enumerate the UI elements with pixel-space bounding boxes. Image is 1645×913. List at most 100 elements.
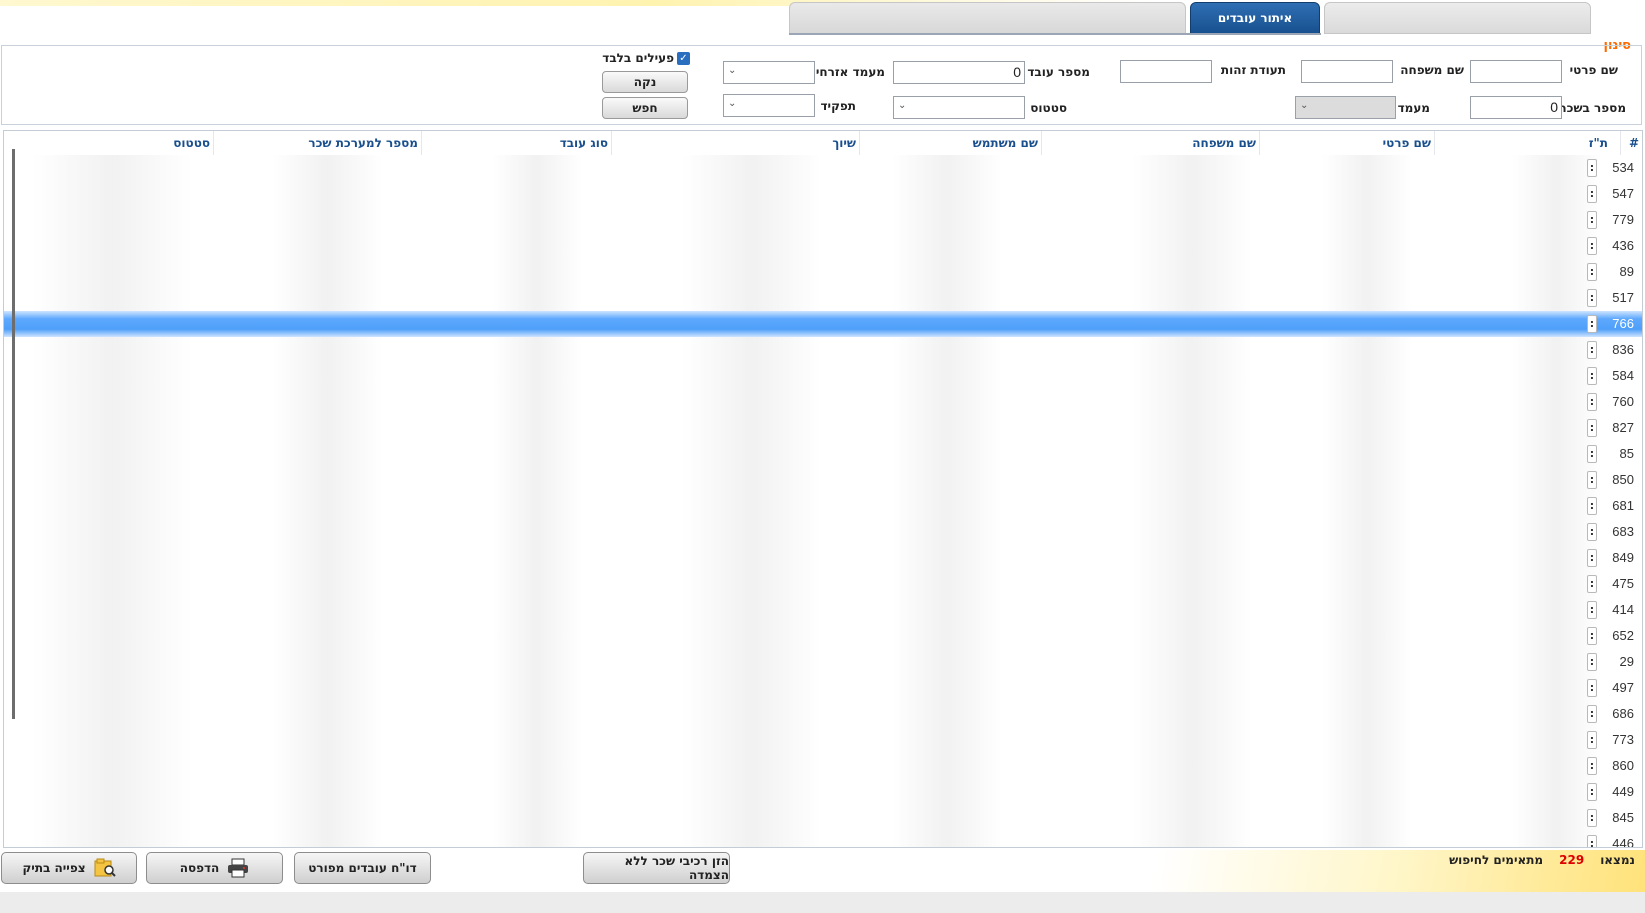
table-row[interactable]: 779: [4, 207, 1642, 233]
table-row[interactable]: 760: [4, 389, 1642, 415]
col-header-first-name[interactable]: שם פרטי [1259, 131, 1434, 155]
row-menu-button[interactable]: : [1587, 601, 1597, 619]
table-row[interactable]: 860: [4, 753, 1642, 779]
tab-blurred-2[interactable] [1324, 2, 1591, 34]
print-label: הדפסה [179, 861, 220, 875]
row-menu-button[interactable]: : [1587, 341, 1597, 359]
checkbox-checked-icon[interactable]: ✓ [677, 52, 690, 65]
table-row[interactable]: 497: [4, 675, 1642, 701]
table-row[interactable]: 436: [4, 233, 1642, 259]
role-select[interactable]: ⌄ [723, 94, 815, 117]
table-row[interactable]: 850: [4, 467, 1642, 493]
employee-number-input[interactable]: 0 [893, 61, 1025, 84]
chevron-down-icon: ⌄ [728, 98, 737, 109]
row-menu-button[interactable]: : [1587, 575, 1597, 593]
table-row[interactable]: 449: [4, 779, 1642, 805]
row-number: 766 [1612, 316, 1634, 331]
table-row[interactable]: 547: [4, 181, 1642, 207]
detailed-report-label: דו"ח עובדים מפורט [308, 861, 417, 875]
detailed-report-button[interactable]: דו"ח עובדים מפורט [294, 852, 431, 884]
row-menu-button[interactable]: : [1587, 393, 1597, 411]
col-header-index[interactable]: # [1620, 131, 1642, 155]
row-number: 686 [1612, 706, 1634, 721]
table-row[interactable]: 845: [4, 805, 1642, 831]
tab-employee-search[interactable]: איתור עובדים [1190, 2, 1320, 34]
status-select[interactable]: ⌄ [1295, 96, 1396, 119]
table-row[interactable]: 517: [4, 285, 1642, 311]
row-menu-button[interactable]: : [1587, 445, 1597, 463]
row-menu-button[interactable]: : [1587, 185, 1597, 203]
row-menu-button[interactable]: : [1587, 835, 1597, 847]
table-row[interactable]: 584: [4, 363, 1642, 389]
row-menu-button[interactable]: : [1587, 419, 1597, 437]
row-number: 827 [1612, 420, 1634, 435]
row-menu-button[interactable]: : [1587, 757, 1597, 775]
col-header-last-name[interactable]: שם משפחה [1041, 131, 1259, 155]
row-menu-button[interactable]: : [1587, 211, 1597, 229]
first-name-input[interactable] [1470, 60, 1562, 83]
col-header-assignment[interactable]: שיוך [611, 131, 859, 155]
row-menu-button[interactable]: : [1587, 809, 1597, 827]
row-menu-button[interactable]: : [1587, 627, 1597, 645]
row-number: 652 [1612, 628, 1634, 643]
table-row[interactable]: 652: [4, 623, 1642, 649]
role-label: תפקיד [820, 99, 856, 113]
chevron-down-icon: ⌄ [728, 65, 737, 76]
row-menu-button[interactable]: : [1587, 705, 1597, 723]
row-menu-button[interactable]: : [1587, 523, 1597, 541]
enter-salary-components-label: הזן רכיבי שכר ללא הצמדה [624, 854, 729, 882]
row-menu-button[interactable]: : [1587, 731, 1597, 749]
search-button[interactable]: חפש [602, 97, 688, 119]
table-row[interactable]: 686: [4, 701, 1642, 727]
col-header-employee-type[interactable]: סוג עובד [421, 131, 611, 155]
row-menu-button[interactable]: : [1587, 263, 1597, 281]
table-row[interactable]: 827: [4, 415, 1642, 441]
clear-button[interactable]: נקה [602, 71, 688, 93]
state-label: סטטוס [1030, 101, 1067, 115]
row-menu-button[interactable]: : [1587, 315, 1597, 333]
table-row[interactable]: 773: [4, 727, 1642, 753]
table-row[interactable]: 534: [4, 155, 1642, 181]
table-row[interactable]: 414: [4, 597, 1642, 623]
table-row[interactable]: 89: [4, 259, 1642, 285]
table-row[interactable]: 766: [4, 311, 1642, 337]
table-row[interactable]: 29: [4, 649, 1642, 675]
table-row[interactable]: 475: [4, 571, 1642, 597]
row-menu-button[interactable]: : [1587, 679, 1597, 697]
print-button[interactable]: הדפסה [146, 852, 283, 884]
salary-number-input[interactable]: 0 [1470, 96, 1562, 119]
results-count: נמצאו 229 מתאימים לחיפוש [1449, 853, 1635, 867]
tab-strip: איתור עובדים [789, 2, 1591, 34]
table-row[interactable]: 836: [4, 337, 1642, 363]
table-row[interactable]: 681: [4, 493, 1642, 519]
tab-blurred-1[interactable] [789, 2, 1186, 34]
status-strip [0, 892, 1645, 913]
civil-status-select[interactable]: ⌄ [723, 61, 815, 84]
row-menu-button[interactable]: : [1587, 783, 1597, 801]
row-menu-button[interactable]: : [1587, 497, 1597, 515]
col-header-id[interactable]: ת"ז [1434, 131, 1611, 155]
row-menu-button[interactable]: : [1587, 237, 1597, 255]
last-name-input[interactable] [1301, 60, 1393, 83]
table-row[interactable]: 85: [4, 441, 1642, 467]
row-menu-button[interactable]: : [1587, 367, 1597, 385]
view-file-button[interactable]: צפייה בתיק [1, 852, 137, 884]
row-menu-button[interactable]: : [1587, 549, 1597, 567]
id-input[interactable] [1120, 60, 1212, 83]
folder-search-icon [94, 858, 116, 878]
col-header-username[interactable]: שם משתמש [859, 131, 1041, 155]
state-select[interactable]: ⌄ [893, 96, 1025, 119]
first-name-label: שם פרטי [1569, 63, 1618, 77]
table-row[interactable]: 683: [4, 519, 1642, 545]
row-menu-button[interactable]: : [1587, 289, 1597, 307]
enter-salary-components-button[interactable]: הזן רכיבי שכר ללא הצמדה [583, 852, 730, 884]
row-menu-button[interactable]: : [1587, 159, 1597, 177]
row-menu-button[interactable]: : [1587, 471, 1597, 489]
table-row[interactable]: 446: [4, 831, 1642, 847]
col-header-payroll-number[interactable]: מספר למערכת שכר [213, 131, 421, 155]
col-header-status[interactable]: סטטוס [4, 131, 213, 155]
vertical-scrollbar[interactable] [12, 149, 15, 719]
table-row[interactable]: 849: [4, 545, 1642, 571]
row-menu-button[interactable]: : [1587, 653, 1597, 671]
row-number: 85 [1619, 446, 1634, 461]
